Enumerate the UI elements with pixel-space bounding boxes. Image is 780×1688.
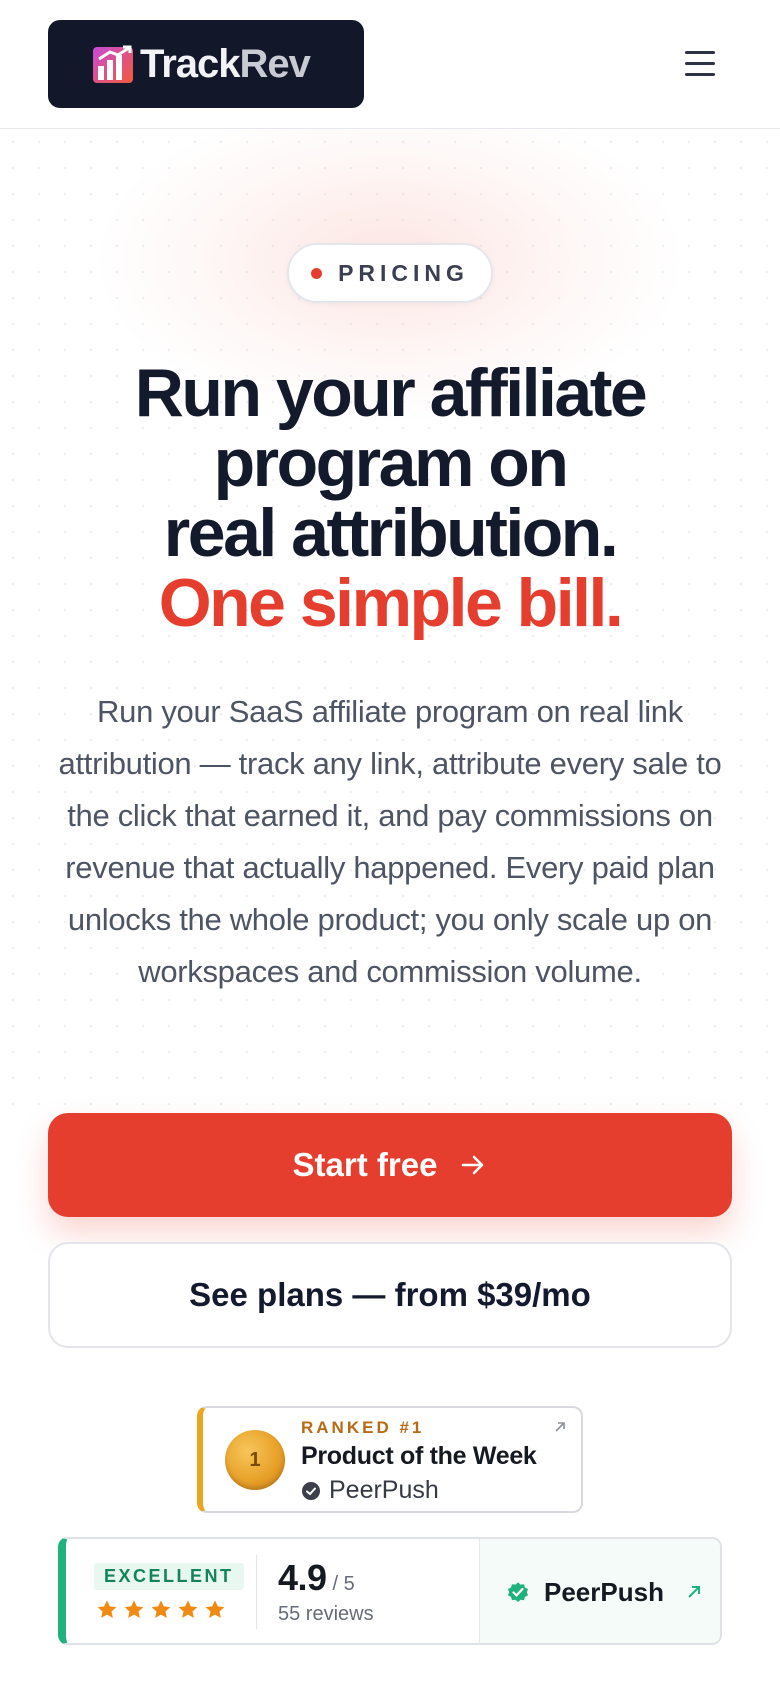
rating-label: EXCELLENT xyxy=(94,1563,244,1590)
bar-chart-logo-icon xyxy=(93,45,133,83)
brand-wordmark-rev: Rev xyxy=(239,41,311,86)
brand-logo[interactable]: TrackRev xyxy=(48,20,364,108)
star-icon xyxy=(97,1600,117,1618)
start-free-label: Start free xyxy=(292,1146,438,1183)
potw-rank: RANKED #1 xyxy=(301,1418,425,1437)
verified-check-icon xyxy=(302,1481,320,1500)
potw-source-name: PeerPush xyxy=(329,1476,439,1504)
hamburger-menu-button[interactable] xyxy=(676,44,724,84)
see-plans-button[interactable]: See plans — from $39/mo xyxy=(48,1242,732,1348)
medal-icon: 1 xyxy=(225,1430,285,1490)
hamburger-menu-icon xyxy=(685,51,715,54)
pricing-badge: PRICING xyxy=(287,243,493,303)
potw-title: Product of the Week xyxy=(301,1442,537,1470)
rating-card: EXCELLENT 4.9 / 5 55 reviews PeerPush xyxy=(58,1537,722,1645)
product-of-week-badge[interactable]: 1 RANKED #1 Product of the Week PeerPush xyxy=(197,1406,583,1513)
medal-number: 1 xyxy=(249,1448,261,1471)
site-header: TrackRev xyxy=(0,0,780,129)
headline-line: program on xyxy=(213,425,569,501)
badge-dot-icon xyxy=(311,267,323,279)
headline-accent: One simple bill. xyxy=(158,565,624,641)
review-count: 55 reviews xyxy=(278,1603,374,1625)
divider xyxy=(256,1555,257,1629)
peerpush-link[interactable]: PeerPush xyxy=(479,1539,720,1643)
hamburger-menu-icon xyxy=(685,62,715,65)
star-icon xyxy=(124,1600,144,1618)
hamburger-menu-icon xyxy=(685,73,715,76)
start-free-button[interactable]: Start free xyxy=(48,1113,732,1217)
external-link-icon xyxy=(688,1586,700,1598)
see-plans-label: See plans — from $39/mo xyxy=(189,1276,591,1313)
headline-line: real attribution. xyxy=(163,495,619,571)
verified-check-icon xyxy=(508,1582,528,1602)
star-rating xyxy=(96,1599,226,1621)
hero-description: Run your SaaS affiliate program on real … xyxy=(58,694,722,989)
rating-score: 4.9 / 5 xyxy=(278,1557,355,1599)
brand-wordmark: TrackRev xyxy=(140,41,311,87)
potw-source: PeerPush xyxy=(301,1476,439,1505)
star-icon xyxy=(151,1600,171,1618)
peerpush-name: PeerPush xyxy=(544,1576,664,1607)
brand-wordmark-track: Track xyxy=(140,41,241,86)
arrow-right-icon xyxy=(462,1155,484,1175)
score-value: 4.9 xyxy=(278,1557,327,1598)
star-icon xyxy=(178,1600,198,1618)
star-icon xyxy=(205,1600,225,1618)
score-max: / 5 xyxy=(332,1573,355,1595)
external-link-icon xyxy=(555,1422,565,1432)
badge-label: PRICING xyxy=(338,259,469,286)
headline-line: Run your affiliate xyxy=(134,355,648,431)
page-headline: Run your affiliate program on real attri… xyxy=(30,358,750,638)
